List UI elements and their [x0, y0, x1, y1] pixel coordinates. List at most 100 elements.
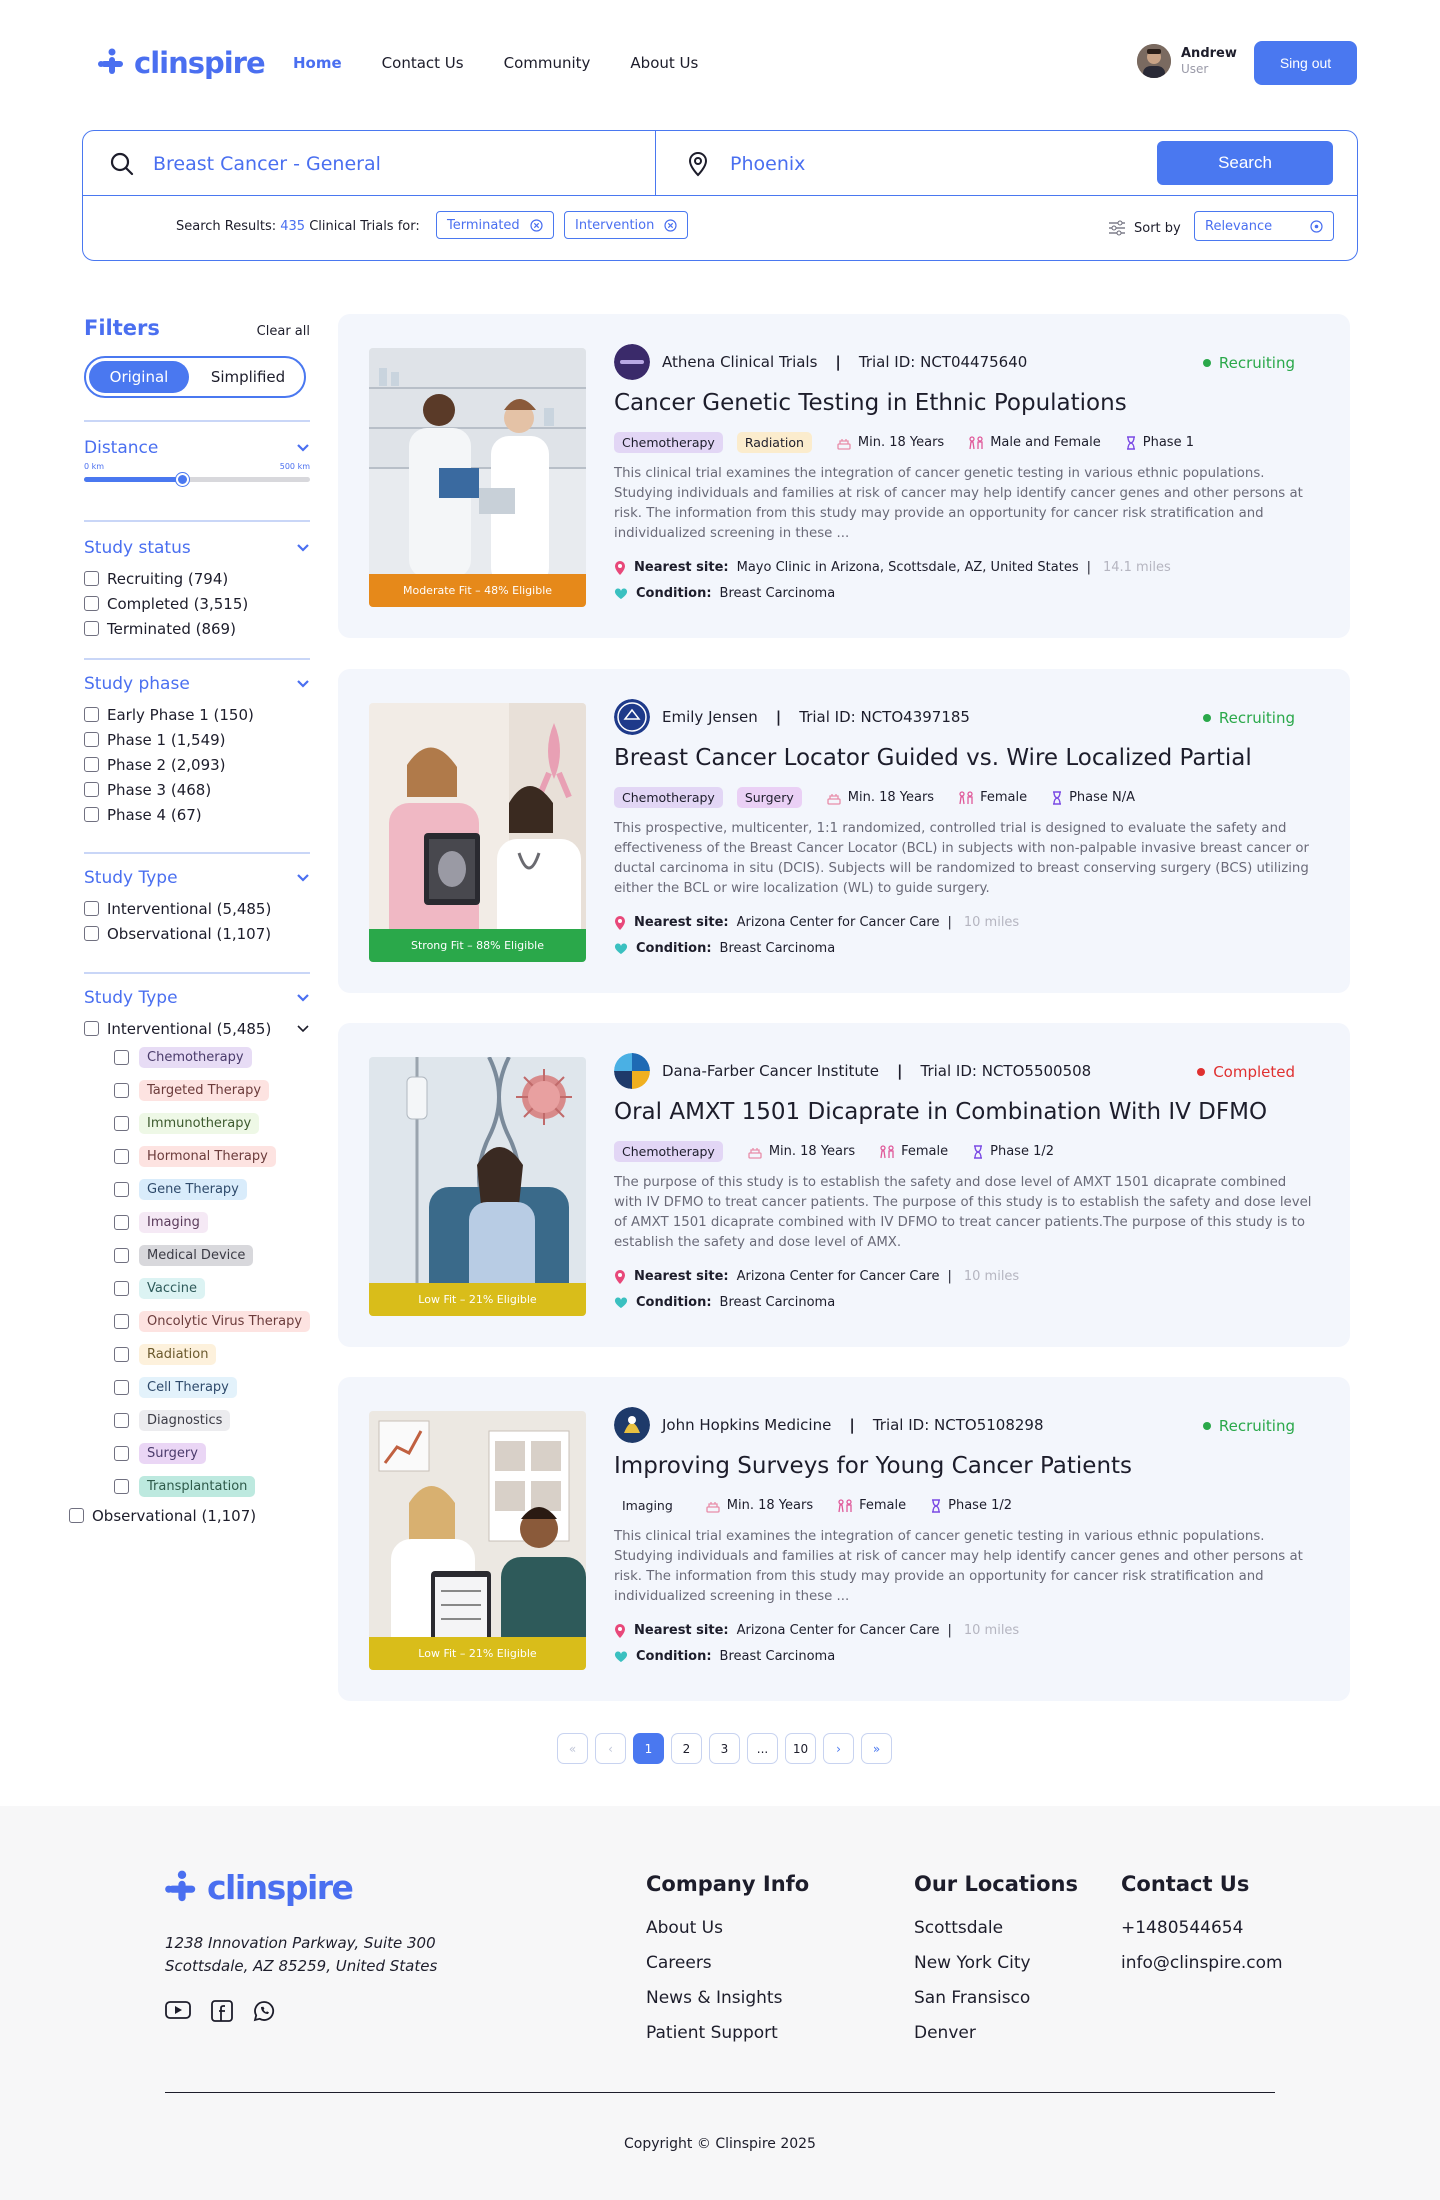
phase-option[interactable]: Phase 3 (468) — [84, 777, 310, 802]
checkbox[interactable] — [84, 926, 99, 941]
phase-option[interactable]: Phase 2 (2,093) — [84, 752, 310, 777]
footer-link[interactable]: San Fransisco — [914, 1988, 1078, 2008]
org-name[interactable]: Dana-Farber Cancer Institute — [662, 1062, 879, 1080]
checkbox[interactable] — [84, 732, 99, 747]
nav-about[interactable]: About Us — [630, 54, 698, 72]
prev-page-button[interactable]: ‹ — [595, 1733, 626, 1764]
checkbox[interactable] — [114, 1446, 129, 1461]
checkbox[interactable] — [114, 1050, 129, 1065]
clear-all-link[interactable]: Clear all — [257, 324, 310, 339]
close-circle-icon[interactable] — [530, 218, 543, 232]
filter-chip-intervention[interactable]: Intervention — [564, 211, 689, 239]
type-option[interactable]: Interventional (5,485) — [84, 896, 310, 921]
phase-option[interactable]: Phase 1 (1,549) — [84, 727, 310, 752]
view-toggle[interactable]: Original Simplified — [84, 356, 306, 398]
type-option-observational[interactable]: Observational (1,107) — [69, 1503, 310, 1528]
checkbox[interactable] — [114, 1314, 129, 1329]
intervention-option[interactable]: Immunotherapy — [84, 1107, 310, 1140]
checkbox[interactable] — [114, 1215, 129, 1230]
checkbox[interactable] — [114, 1413, 129, 1428]
status-option[interactable]: Recruiting (794) — [84, 566, 310, 591]
query-field[interactable]: Breast Cancer - General — [83, 131, 656, 196]
toggle-simplified[interactable]: Simplified — [196, 361, 300, 393]
checkbox[interactable] — [69, 1508, 84, 1523]
page-button[interactable]: 3 — [709, 1733, 740, 1764]
chevron-down-icon[interactable] — [296, 993, 310, 1003]
intervention-option[interactable]: Vaccine — [84, 1272, 310, 1305]
chevron-down-icon[interactable] — [296, 873, 310, 883]
trial-card[interactable]: Strong Fit – 88% Eligible Emily Jensen | Tr… — [338, 669, 1350, 993]
checkbox[interactable] — [84, 1021, 99, 1036]
trial-title[interactable]: Improving Surveys for Young Cancer Patie… — [614, 1453, 1132, 1479]
footer-link[interactable]: News & Insights — [646, 1988, 809, 2008]
type-option-interventional[interactable]: Interventional (5,485) — [84, 1016, 310, 1041]
checkbox[interactable] — [114, 1380, 129, 1395]
org-name[interactable]: Emily Jensen — [662, 708, 758, 726]
intervention-option[interactable]: Chemotherapy — [84, 1041, 310, 1074]
study-type-header[interactable]: Study Type — [84, 868, 310, 888]
chevron-down-icon[interactable] — [296, 1024, 310, 1034]
search-button[interactable]: Search — [1157, 141, 1333, 185]
intervention-option[interactable]: Transplantation — [84, 1470, 310, 1503]
brand-logo[interactable]: clinspire — [98, 46, 266, 80]
checkbox[interactable] — [84, 757, 99, 772]
page-button[interactable]: 10 — [785, 1733, 816, 1764]
user-menu[interactable]: Andrew User — [1137, 44, 1237, 78]
trial-title[interactable]: Breast Cancer Locator Guided vs. Wire Lo… — [614, 745, 1252, 771]
checkbox[interactable] — [84, 707, 99, 722]
trial-card[interactable]: Low Fit – 21% Eligible John Hopkins Medic… — [338, 1377, 1350, 1701]
footer-email[interactable]: info@clinspire.com — [1121, 1953, 1283, 1973]
footer-link[interactable]: About Us — [646, 1918, 809, 1938]
study-phase-header[interactable]: Study phase — [84, 674, 310, 694]
org-name[interactable]: Athena Clinical Trials — [662, 353, 817, 371]
location-field[interactable]: Phoenix — [656, 131, 805, 196]
checkbox[interactable] — [84, 596, 99, 611]
org-name[interactable]: John Hopkins Medicine — [662, 1416, 831, 1434]
checkbox[interactable] — [84, 571, 99, 586]
intervention-option[interactable]: Hormonal Therapy — [84, 1140, 310, 1173]
intervention-option[interactable]: Gene Therapy — [84, 1173, 310, 1206]
checkbox[interactable] — [84, 807, 99, 822]
nav-community[interactable]: Community — [504, 54, 591, 72]
intervention-option[interactable]: Medical Device — [84, 1239, 310, 1272]
checkbox[interactable] — [114, 1116, 129, 1131]
next-page-button[interactable]: › — [823, 1733, 854, 1764]
checkbox[interactable] — [114, 1248, 129, 1263]
study-status-header[interactable]: Study status — [84, 538, 310, 558]
intervention-option[interactable]: Radiation — [84, 1338, 310, 1371]
trial-card[interactable]: Moderate Fit – 48% Eligible Athena Clinic… — [338, 314, 1350, 638]
page-button[interactable]: 2 — [671, 1733, 702, 1764]
whatsapp-icon[interactable] — [253, 2000, 275, 2022]
intervention-option[interactable]: Oncolytic Virus Therapy — [84, 1305, 310, 1338]
sign-out-button[interactable]: Sing out — [1254, 41, 1357, 85]
trial-title[interactable]: Oral AMXT 1501 Dicaprate in Combination … — [614, 1099, 1267, 1125]
chevron-down-icon[interactable] — [296, 679, 310, 689]
intervention-option[interactable]: Cell Therapy — [84, 1371, 310, 1404]
checkbox[interactable] — [84, 782, 99, 797]
slider-thumb[interactable] — [176, 473, 189, 486]
footer-logo[interactable]: clinspire — [165, 1868, 354, 1907]
checkbox[interactable] — [114, 1083, 129, 1098]
checkbox[interactable] — [114, 1479, 129, 1494]
intervention-option[interactable]: Imaging — [84, 1206, 310, 1239]
checkbox[interactable] — [114, 1182, 129, 1197]
footer-phone[interactable]: +1480544654 — [1121, 1918, 1283, 1938]
distance-slider[interactable]: 0 km 500 km — [84, 462, 310, 492]
checkbox[interactable] — [114, 1149, 129, 1164]
checkbox[interactable] — [84, 621, 99, 636]
sort-select[interactable]: Relevance — [1194, 211, 1334, 241]
phase-option[interactable]: Phase 4 (67) — [84, 802, 310, 827]
close-circle-icon[interactable] — [664, 218, 677, 232]
type-option[interactable]: Observational (1,107) — [84, 921, 310, 946]
checkbox[interactable] — [114, 1347, 129, 1362]
footer-link[interactable]: Scottsdale — [914, 1918, 1078, 1938]
last-page-button[interactable]: » — [861, 1733, 892, 1764]
study-type-header[interactable]: Study Type — [84, 988, 310, 1008]
nav-home[interactable]: Home — [293, 54, 342, 72]
footer-link[interactable]: Patient Support — [646, 2023, 809, 2043]
facebook-icon[interactable] — [211, 2000, 233, 2022]
checkbox[interactable] — [84, 901, 99, 916]
phase-option[interactable]: Early Phase 1 (150) — [84, 702, 310, 727]
trial-title[interactable]: Cancer Genetic Testing in Ethnic Populat… — [614, 390, 1127, 416]
checkbox[interactable] — [114, 1281, 129, 1296]
